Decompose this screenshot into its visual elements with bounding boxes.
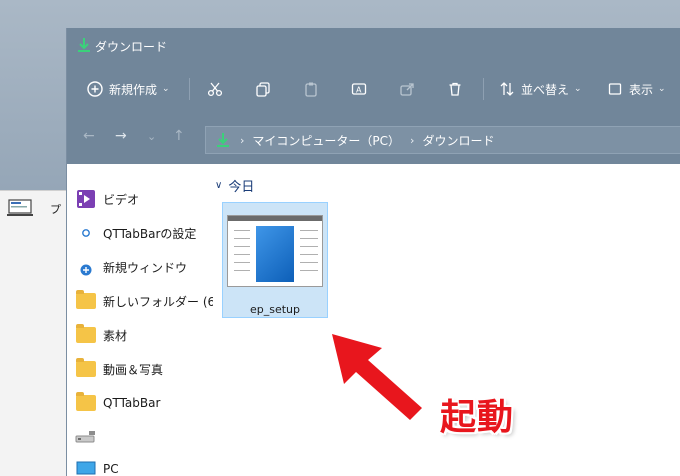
- view-icon: [608, 83, 622, 95]
- sidebar-item-label: 新規ウィンドウ: [103, 260, 188, 275]
- copy-icon: [256, 82, 270, 97]
- delete-button[interactable]: [447, 76, 463, 102]
- title-bar[interactable]: ダウンロード: [67, 28, 680, 64]
- network-drive-icon: [75, 427, 97, 447]
- trash-icon: [449, 82, 461, 96]
- sidebar-item-materials[interactable]: 素材: [75, 324, 127, 346]
- back-arrow-icon[interactable]: ←: [83, 128, 95, 144]
- share-button[interactable]: [399, 76, 415, 102]
- sidebar-item-qttabbar[interactable]: QTTabBar: [75, 392, 160, 414]
- view-button[interactable]: 表示 ⌄: [607, 76, 666, 102]
- recent-chevron-icon[interactable]: ⌄: [147, 130, 156, 143]
- sidebar-item-label: QTTabBarの設定: [103, 226, 197, 241]
- sort-button[interactable]: 並べ替え ⌄: [499, 76, 582, 102]
- sidebar-item-label: PC: [103, 462, 119, 476]
- rename-button[interactable]: A: [351, 76, 367, 102]
- share-icon: [400, 83, 414, 96]
- toolbar-divider: [483, 78, 484, 100]
- window-title: ダウンロード: [95, 40, 168, 54]
- address-bar[interactable]: › マイコンピューター（PC） › ダウンロード: [205, 126, 680, 154]
- folder-icon: [75, 290, 97, 311]
- group-header-label: 今日: [228, 180, 255, 195]
- sidebar-item-label: 動画＆写真: [103, 362, 164, 377]
- new-button-label: 新規作成: [109, 82, 158, 97]
- file-item-ep-setup[interactable]: ep_setup: [222, 202, 328, 318]
- sort-icon: [500, 82, 514, 96]
- cut-button[interactable]: [207, 76, 223, 102]
- download-icon: [78, 38, 90, 52]
- folder-icon: [75, 392, 97, 413]
- monitor-icon: [7, 199, 33, 216]
- sidebar-item-pc[interactable]: PC: [75, 458, 119, 476]
- background-window-label: プ: [50, 203, 61, 216]
- red-arrow-annotation: [329, 331, 425, 423]
- group-header-today[interactable]: ∨ 今日: [215, 176, 254, 195]
- sidebar-item-qttabbar-settings[interactable]: QTTabBarの設定: [75, 222, 196, 244]
- sidebar-item-label: 素材: [103, 328, 128, 343]
- rename-icon: A: [351, 83, 367, 95]
- launch-annotation-text: 起動: [440, 397, 515, 438]
- pc-icon: [75, 459, 97, 476]
- chevron-down-icon: ∨: [215, 180, 223, 191]
- chevron-right-icon: ›: [240, 133, 245, 147]
- installer-icon: [227, 215, 323, 287]
- video-folder-icon: [75, 189, 97, 209]
- sidebar-item-network-drive[interactable]: [75, 426, 103, 448]
- navigation-pane: ビデオ QTTabBarの設定 新規ウィンドウ 新しいフォルダー (6) 素材 …: [67, 164, 220, 476]
- clipboard-icon: [305, 82, 317, 97]
- chevron-down-icon: ⌄: [658, 84, 666, 94]
- circle-bullet-icon: [75, 223, 97, 243]
- sidebar-item-videos[interactable]: ビデオ: [75, 188, 139, 210]
- plus-circle-icon: [75, 257, 97, 277]
- download-icon: [217, 133, 229, 147]
- toolbar-divider: [189, 78, 190, 100]
- copy-button[interactable]: [255, 76, 271, 102]
- background-window[interactable]: プ: [0, 190, 70, 476]
- chevron-right-icon: ›: [410, 133, 415, 147]
- breadcrumb-downloads[interactable]: ダウンロード: [422, 132, 494, 149]
- scissors-icon: [207, 82, 223, 97]
- up-arrow-icon[interactable]: ↑: [173, 128, 185, 144]
- sort-button-label: 並べ替え: [521, 82, 570, 97]
- sidebar-item-new-folder[interactable]: 新しいフォルダー (6): [75, 290, 220, 312]
- sidebar-item-label: QTTabBar: [103, 396, 161, 410]
- sidebar-item-label: ビデオ: [103, 192, 140, 207]
- sidebar-item-new-window[interactable]: 新規ウィンドウ: [75, 256, 187, 278]
- paste-button[interactable]: [303, 76, 319, 102]
- plus-circle-icon: [87, 81, 103, 97]
- new-button[interactable]: 新規作成 ⌄: [87, 76, 170, 102]
- file-name: ep_setup: [249, 303, 300, 316]
- sidebar-item-label: 新しいフォルダー (6): [103, 294, 220, 309]
- forward-arrow-icon[interactable]: →: [115, 128, 127, 144]
- folder-icon: [75, 324, 97, 345]
- command-bar: 新規作成 ⌄ A 並べ替え ⌄ 表示 ⌄: [67, 64, 680, 114]
- address-bar-row: ← → ⌄ ↑ › マイコンピューター（PC） › ダウンロード: [67, 114, 680, 164]
- folder-icon: [75, 358, 97, 379]
- svg-text:A: A: [356, 86, 362, 95]
- view-button-label: 表示: [629, 82, 654, 97]
- sidebar-item-videos-photos[interactable]: 動画＆写真: [75, 358, 163, 380]
- chevron-down-icon: ⌄: [162, 84, 170, 94]
- breadcrumb-pc[interactable]: マイコンピューター（PC）: [252, 132, 400, 149]
- chevron-down-icon: ⌄: [574, 84, 582, 94]
